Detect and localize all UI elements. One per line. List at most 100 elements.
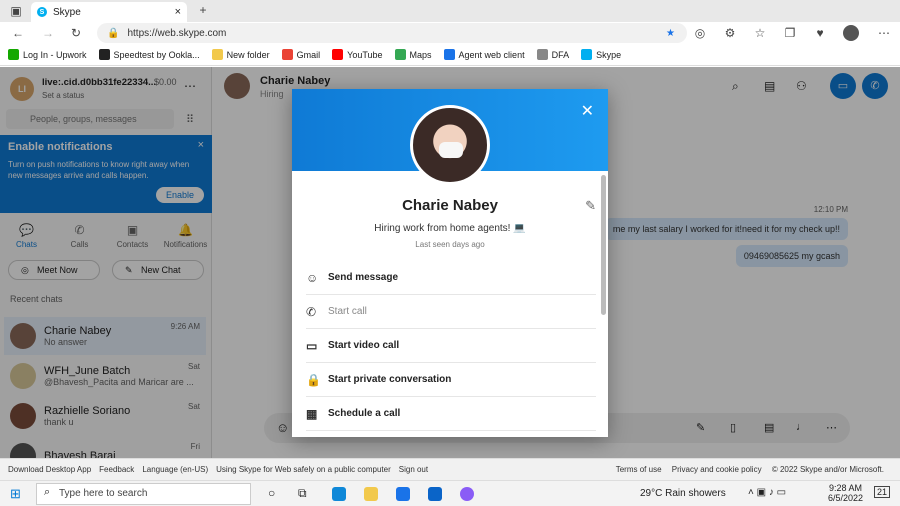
copyright-text: © 2022 Skype and/or Microsoft. [771,465,884,474]
bookmark-label: Agent web client [458,49,525,60]
profile-actions: ☺ Send message ✆ Start call ▭ Start video cal… [306,261,596,431]
edit-icon[interactable]: ✎ [585,198,596,214]
start-call-button[interactable]: ✆ Start call [306,295,596,329]
browser-tab-strip: ▣ S Skype × + [0,0,900,22]
action-label: Schedule a call [328,408,401,419]
bookmark-label: Skype [596,49,622,60]
bookmark-label: YouTube [347,49,383,60]
notification-center-icon[interactable]: 21 [874,486,891,498]
lock-icon: 🔒 [306,372,321,387]
clock[interactable]: 9:28 AM 6/5/2022 [828,483,863,503]
back-icon[interactable]: ← [10,26,26,40]
close-icon[interactable]: ✕ [581,101,594,121]
bookmark-label: DFA [551,49,570,60]
taskbar-search[interactable]: Type here to search [36,483,251,505]
footer-feedback-link[interactable]: Feedback [99,465,134,474]
store-icon[interactable] [396,487,410,501]
action-label: Start private conversation [328,374,452,385]
profile-avatar[interactable] [843,25,859,41]
file-explorer-icon[interactable] [364,487,378,501]
bookmark-icon [98,49,110,60]
address-bar[interactable]: 🔒 https://web.skype.com ★ [97,23,687,43]
bookmark-label: Speedtest by Ookla... [113,49,200,60]
action-label: Start video call [328,340,400,351]
bookmark-label: Gmail [296,49,321,60]
footer-language-link[interactable]: Language (en-US) [142,465,208,474]
start-private-conversation-button[interactable]: 🔒 Start private conversation [306,363,596,397]
send-message-button[interactable]: ☺ Send message [306,261,596,295]
bookmark-item[interactable]: YouTube [332,49,383,60]
bookmark-icon [332,49,344,60]
url-text: https://web.skype.com [127,27,227,39]
calendar-icon: ▦ [306,406,318,421]
profile-status: Hiring work from home agents! 💻 [374,223,526,234]
face-mask [439,142,463,158]
terms-link[interactable]: Terms of use [616,465,662,474]
refresh-icon[interactable]: ↻ [68,26,84,40]
windows-taskbar: ⊞ Type here to search ⌕ ○ ⧉ 29°C Rain sh… [0,480,900,506]
scrollbar[interactable] [601,175,606,315]
profile-avatar [410,105,490,185]
start-video-call-button[interactable]: ▭ Start video call [306,329,596,363]
profile-name: Charie Nabey [402,197,498,214]
footer-signout-link[interactable]: Sign out [399,465,428,474]
extensions-icon[interactable]: ⚙ [722,26,738,40]
bookmark-item[interactable]: Speedtest by Ookla... [98,49,200,60]
bookmark-label: Maps [409,49,432,60]
search-icon: ⌕ [44,486,51,498]
windows-start-icon[interactable]: ⊞ [10,486,21,502]
privacy-link[interactable]: Privacy and cookie policy [672,465,762,474]
clock-time: 9:28 AM [829,483,863,493]
close-tab-icon[interactable]: × [175,6,181,18]
footer-download-link[interactable]: Download Desktop App [8,465,91,474]
bookmark-icon [443,49,455,60]
mail-icon[interactable] [428,487,442,501]
bookmark-label: New folder [226,49,270,60]
favorites-icon[interactable]: ☆ [752,26,768,40]
message-icon: ☺ [306,270,319,285]
bookmark-icon [281,49,293,60]
favorite-star-icon[interactable]: ★ [666,28,675,39]
collections-icon[interactable]: ❐ [782,26,798,40]
bookmark-item[interactable]: Gmail [281,49,321,60]
profile-dialog: ✕ Charie Nabey ✎ Hiring work from home a… [292,89,608,437]
lock-icon: 🔒 [107,27,120,39]
skype-favicon-icon: S [37,7,47,17]
bookmark-icon [581,49,593,60]
tab-title: Skype [53,6,81,18]
bookmark-item[interactable]: Log In - Upwork [8,49,87,60]
bookmarks-bar: Log In - Upwork Speedtest by Ookla... New … [0,44,900,66]
browser-toolbar: ← → ↻ 🔒 https://web.skype.com ★ ◎ ⚙ ☆ ❐ … [0,22,900,44]
schedule-a-call-button[interactable]: ▦ Schedule a call [306,397,596,431]
footer-safety-link[interactable]: Using Skype for Web safely on a public c… [216,465,391,474]
page-footer: Download Desktop App Feedback Language (… [0,458,900,480]
clock-date: 6/5/2022 [828,493,864,503]
weather-text[interactable]: 29°C Rain showers [640,488,726,499]
bookmark-item[interactable]: Maps [394,49,432,60]
forward-icon[interactable]: → [40,26,56,40]
profile-last-seen: Last seen days ago [415,240,485,249]
system-tray-icons[interactable]: ˄ ▣ ♪ ▭ [748,487,786,498]
more-icon[interactable]: ⋯ [876,26,892,40]
tracking-icon[interactable]: ◎ [692,26,708,40]
cortana-icon[interactable]: ○ [268,486,275,500]
bookmark-item[interactable]: Agent web client [443,49,525,60]
task-view-icon[interactable]: ⧉ [298,486,307,501]
edge-icon[interactable] [332,487,346,501]
video-icon: ▭ [306,338,318,353]
heart-icon[interactable]: ♥ [812,26,828,40]
bookmark-item[interactable]: Skype [581,49,621,60]
bookmark-icon [536,49,548,60]
bookmark-item[interactable]: DFA [536,49,570,60]
phone-icon: ✆ [306,304,317,319]
action-label: Send message [328,272,399,283]
browser-tab-skype[interactable]: S Skype × [31,2,187,22]
footer-right: Terms of use Privacy and cookie policy ©… [616,465,892,474]
new-tab-icon[interactable]: + [195,3,211,17]
bookmark-item[interactable]: New folder [211,49,270,60]
messenger-icon[interactable] [460,487,474,501]
bookmark-icon [211,49,223,60]
tab-actions-icon[interactable]: ▣ [8,4,24,18]
bookmark-icon [8,49,19,60]
bookmark-label: Log In - Upwork [23,49,87,60]
